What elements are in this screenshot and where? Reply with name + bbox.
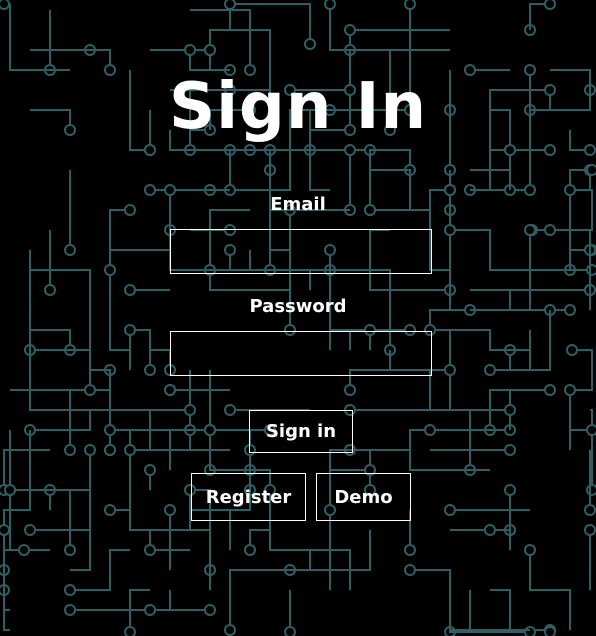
email-field[interactable] bbox=[170, 229, 432, 274]
demo-button[interactable]: Demo bbox=[316, 473, 411, 521]
password-label: Password bbox=[249, 296, 347, 317]
signin-page: Sign In Email Password Sign in Register … bbox=[0, 0, 596, 636]
email-label: Email bbox=[270, 194, 326, 215]
page-title: Sign In bbox=[168, 70, 428, 144]
register-button[interactable]: Register bbox=[191, 473, 306, 521]
sign-in-button[interactable]: Sign in bbox=[249, 410, 353, 453]
signin-form: Sign In Email Password Sign in Register … bbox=[0, 0, 596, 636]
password-field[interactable] bbox=[170, 331, 432, 376]
